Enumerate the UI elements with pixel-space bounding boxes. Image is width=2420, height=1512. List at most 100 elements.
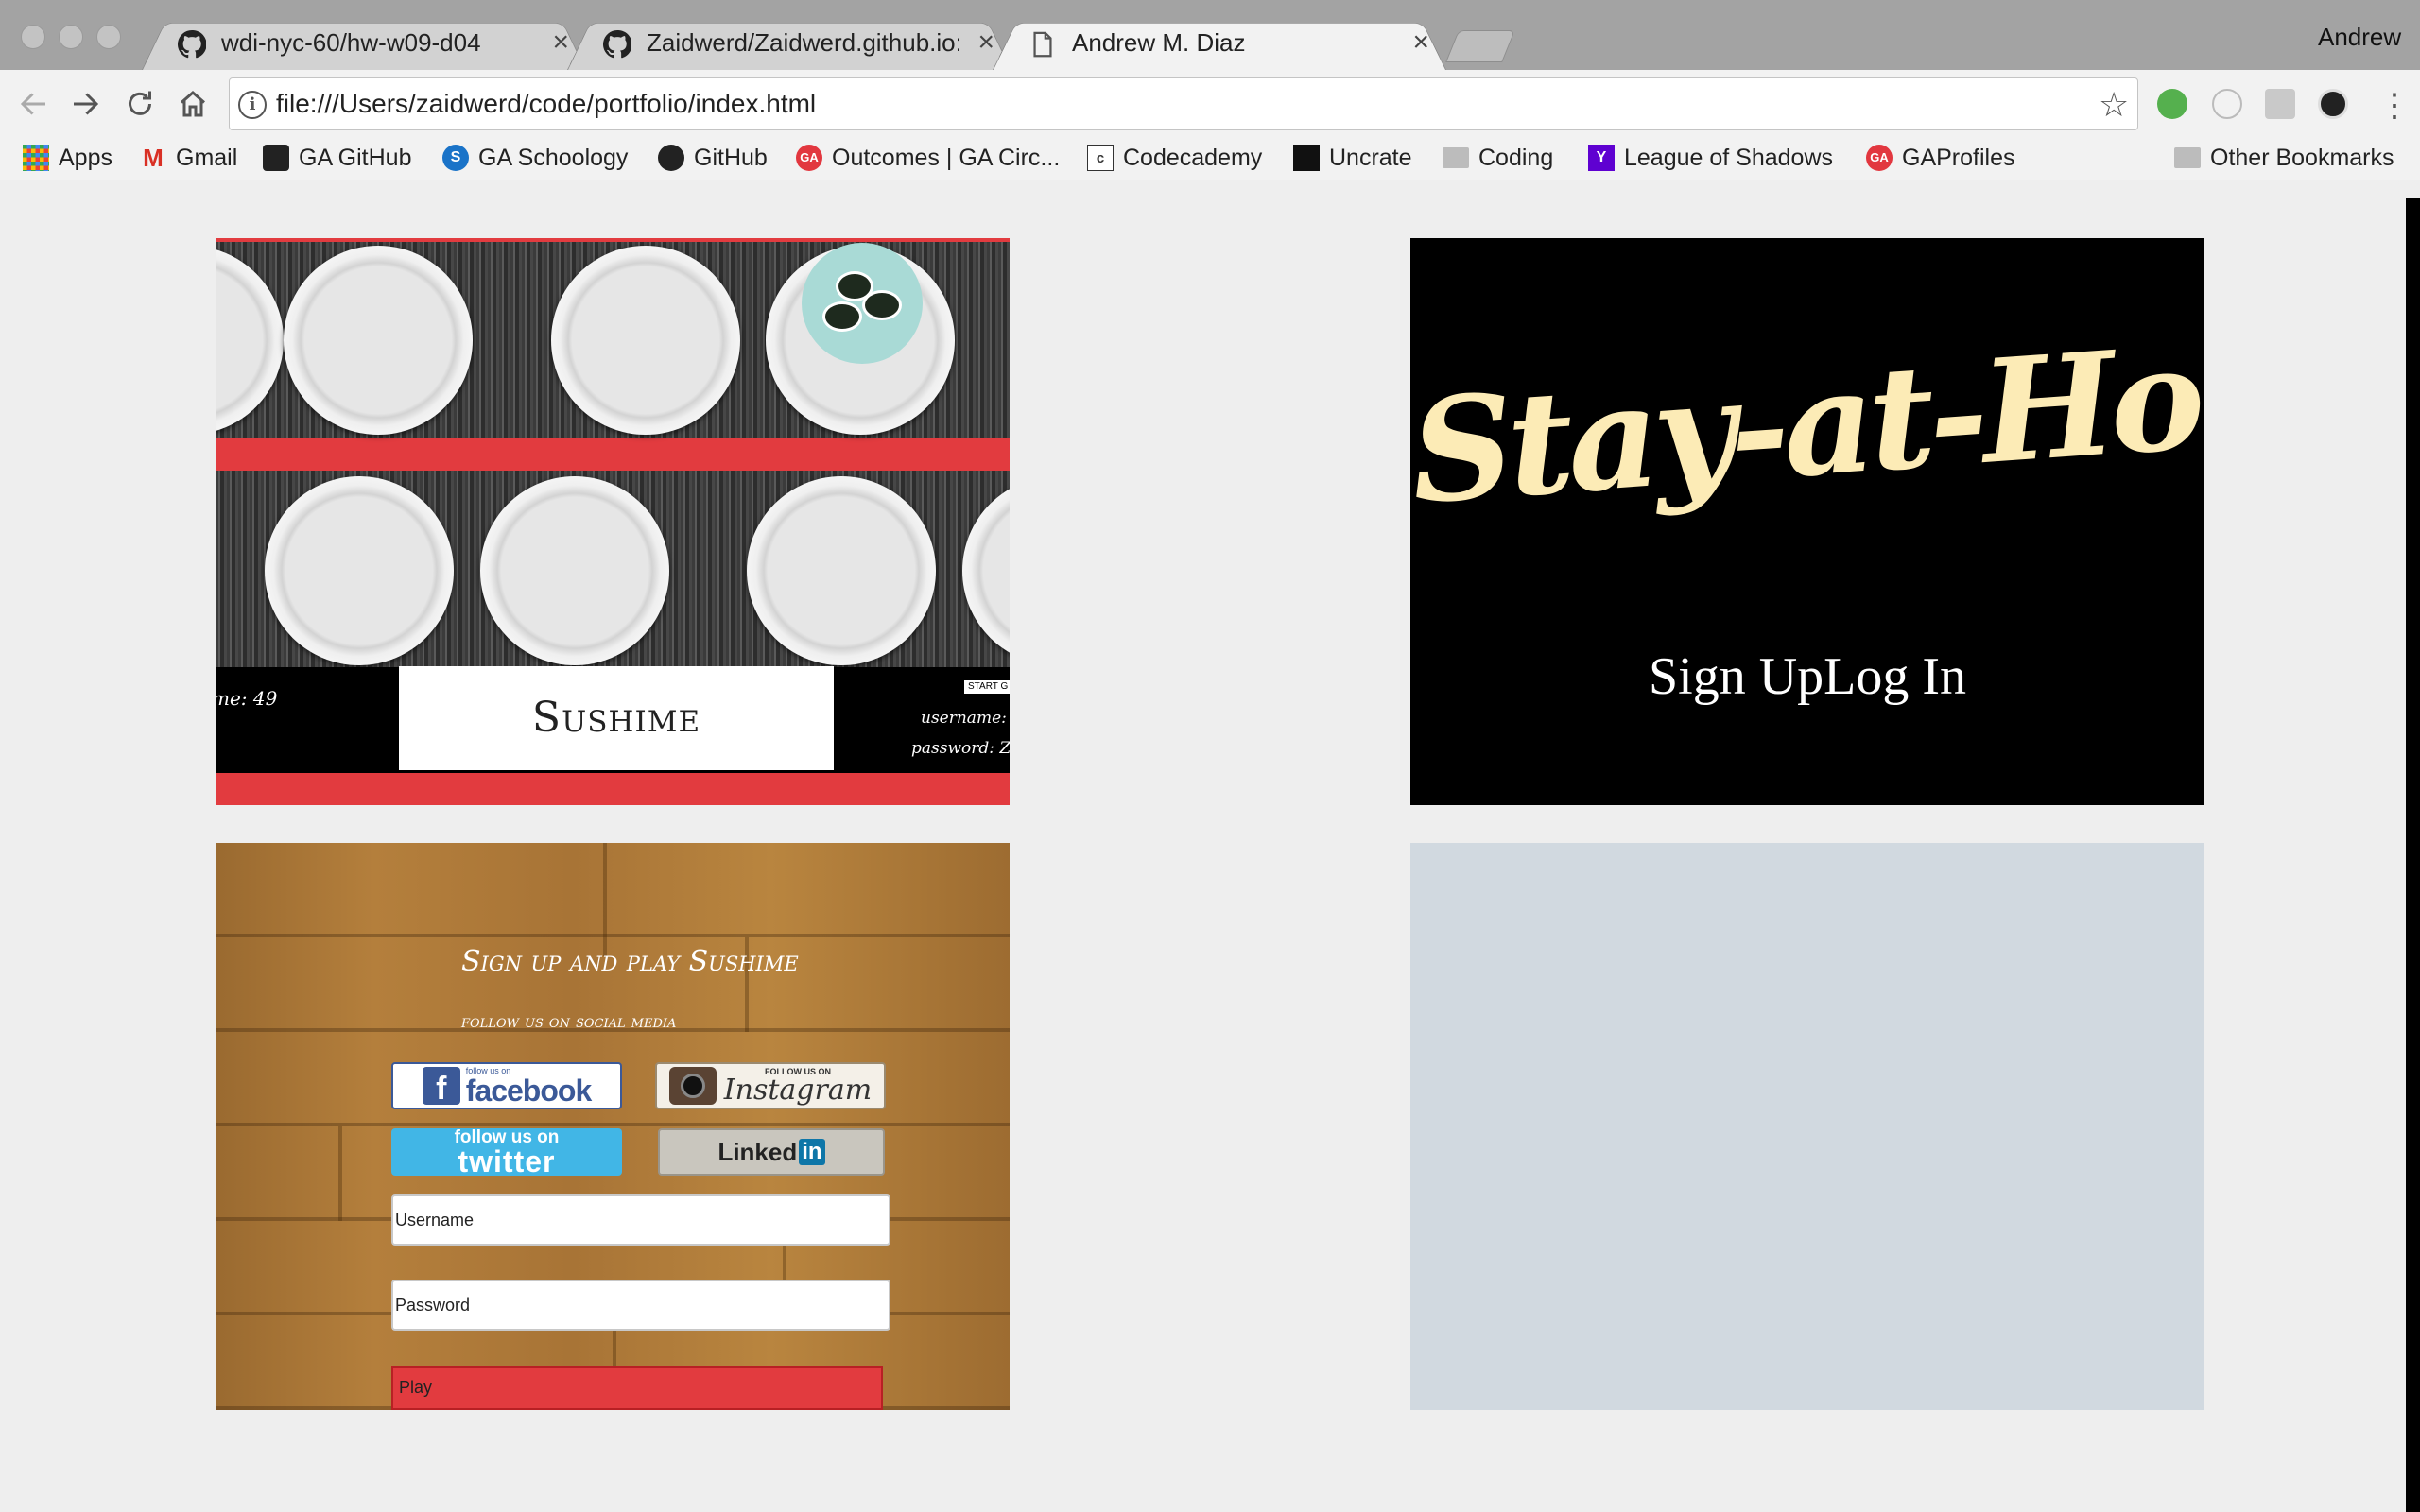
facebook-follow-button[interactable]: f follow us on facebook xyxy=(391,1062,622,1109)
bottom-belt xyxy=(216,773,1010,805)
instagram-camera-icon xyxy=(668,1067,717,1105)
codecademy-icon: c xyxy=(1087,145,1114,171)
yahoo-icon: Y xyxy=(1588,145,1615,171)
tab-title: wdi-nyc-60/hw-w09-d04 xyxy=(221,28,481,57)
folder-icon xyxy=(1443,147,1469,168)
facebook-text: facebook xyxy=(465,1073,592,1108)
conveyor-belt xyxy=(216,438,1010,471)
instagram-follow-button[interactable]: FOLLOW US ON Instagram xyxy=(655,1062,886,1109)
sushi-piece-icon xyxy=(862,290,902,320)
sushime-title: Sushime xyxy=(399,666,834,770)
new-tab-button[interactable] xyxy=(1445,30,1515,62)
bookmark-label: GA Schoology xyxy=(478,144,629,171)
react-extension-icon[interactable] xyxy=(2265,89,2295,119)
bookmark-coding[interactable]: Coding xyxy=(1443,142,1553,174)
plate xyxy=(265,476,454,665)
sushi-piece-icon xyxy=(822,301,862,332)
bookmark-label: Coding xyxy=(1478,144,1554,171)
bookmark-ga-schoology[interactable]: S GA Schoology xyxy=(442,142,628,174)
menu-icon[interactable]: ⋮ xyxy=(2378,87,2411,125)
bookmark-other-bookmarks[interactable]: Other Bookmarks xyxy=(2174,142,2394,174)
password-input[interactable]: Password xyxy=(391,1280,890,1331)
bookmark-codecademy[interactable]: c Codecademy xyxy=(1087,142,1262,174)
bookmark-league-of-shadows[interactable]: Y League of Shadows xyxy=(1588,142,1833,174)
tab-title: Zaidwerd/Zaidwerd.github.io: P xyxy=(647,28,959,57)
tab-title: Andrew M. Diaz xyxy=(1072,28,1246,57)
score-text: me: 49 xyxy=(216,687,278,710)
sushime-signup-card[interactable]: Sign up and play Sushime follow us on so… xyxy=(216,843,1010,1410)
plate xyxy=(480,476,669,665)
twitter-small-text: follow us on xyxy=(454,1128,560,1147)
linkedin-in-icon: in xyxy=(799,1139,825,1165)
page-top-gap xyxy=(0,180,2420,189)
github-icon xyxy=(263,145,289,171)
panda-extension-icon[interactable] xyxy=(2318,89,2348,119)
document-icon xyxy=(1033,31,1052,58)
plate xyxy=(551,246,740,435)
bookmark-label: GAProfiles xyxy=(1902,144,2015,171)
url-text[interactable]: file:///Users/zaidwerd/code/portfolio/in… xyxy=(276,89,816,119)
bookmark-outcomes[interactable]: GA Outcomes | GA Circ... xyxy=(796,142,1060,174)
bookmark-label: Uncrate xyxy=(1329,144,1412,171)
bookmark-label: Codecademy xyxy=(1123,144,1263,171)
instagram-text: Instagram xyxy=(723,1073,873,1107)
bookmark-gmail[interactable]: M Gmail xyxy=(140,142,237,174)
back-icon[interactable] xyxy=(17,87,51,121)
apps-grid-icon xyxy=(23,145,49,171)
tab-andrew-m-diaz[interactable]: Andrew M. Diaz × xyxy=(993,15,1446,70)
home-icon[interactable] xyxy=(176,87,210,121)
profile-name[interactable]: Andrew xyxy=(2318,23,2401,52)
play-button[interactable]: Play xyxy=(391,1366,883,1410)
info-icon[interactable]: i xyxy=(238,91,267,119)
sushi-roll-icon[interactable] xyxy=(802,243,923,364)
stay-at-home-project-card[interactable]: Stay-at-Home Sign UpLog In xyxy=(1410,238,2204,805)
bookmark-label: Other Bookmarks xyxy=(2210,144,2394,171)
uncrate-icon xyxy=(1293,145,1320,171)
stay-at-home-title: Stay-at-Home xyxy=(1410,299,2204,537)
tab-hw-w09-d04[interactable]: wdi-nyc-60/hw-w09-d04 × xyxy=(142,15,586,70)
empty-project-card xyxy=(1410,843,2204,1410)
bookmark-github[interactable]: GitHub xyxy=(658,142,768,174)
github-icon xyxy=(603,30,631,59)
linkedin-follow-button[interactable]: Linked in xyxy=(658,1128,885,1176)
top-belt xyxy=(216,238,1010,242)
ga-icon: GA xyxy=(1866,145,1893,171)
bookmark-label: GitHub xyxy=(694,144,768,171)
start-game-button[interactable]: START G xyxy=(964,680,1010,694)
github-icon xyxy=(178,30,206,59)
username-input[interactable]: Username xyxy=(391,1194,890,1246)
bookmark-gaprofiles[interactable]: GA GAProfiles xyxy=(1866,142,2014,174)
close-window-button[interactable] xyxy=(21,25,45,49)
reload-icon[interactable] xyxy=(123,87,157,121)
twitter-text: twitter xyxy=(458,1143,556,1177)
tab-close-icon[interactable]: × xyxy=(1412,26,1429,59)
facebook-icon: f xyxy=(422,1067,460,1107)
bookmark-label: Apps xyxy=(59,144,112,171)
wood-grain xyxy=(603,843,607,956)
tab-zaidwerd-github-io[interactable]: Zaidwerd/Zaidwerd.github.io: P × xyxy=(567,15,1011,70)
zoom-window-button[interactable] xyxy=(96,25,121,49)
bookmark-label: League of Shadows xyxy=(1624,144,1834,171)
bookmark-label: Outcomes | GA Circ... xyxy=(832,144,1061,171)
twitter-follow-button[interactable]: follow us on twitter xyxy=(391,1128,622,1176)
follow-us-text: follow us on social media xyxy=(461,1011,677,1032)
evernote-extension-icon[interactable] xyxy=(2157,89,2187,119)
plate xyxy=(284,246,473,435)
forward-icon[interactable] xyxy=(68,87,102,121)
bookmark-apps[interactable]: Apps xyxy=(23,142,112,174)
schoology-icon: S xyxy=(442,145,469,171)
password-label: password: Z xyxy=(911,739,1010,758)
sushime-project-card[interactable]: me: 49 Sushime START G username: passwor… xyxy=(216,238,1010,805)
signup-heading: Sign up and play Sushime xyxy=(461,945,799,978)
sign-up-log-in-links[interactable]: Sign UpLog In xyxy=(1410,646,2204,707)
bookmark-label: GA GitHub xyxy=(299,144,412,171)
github-icon xyxy=(658,145,684,171)
star-icon[interactable]: ☆ xyxy=(2099,85,2129,125)
plate xyxy=(747,476,936,665)
extension-icon[interactable] xyxy=(2212,89,2242,119)
minimize-window-button[interactable] xyxy=(59,25,83,49)
gmail-icon: M xyxy=(143,144,164,172)
bookmark-uncrate[interactable]: Uncrate xyxy=(1293,142,1412,174)
linkedin-text: Linked xyxy=(717,1137,798,1166)
bookmark-ga-github[interactable]: GA GitHub xyxy=(263,142,412,174)
